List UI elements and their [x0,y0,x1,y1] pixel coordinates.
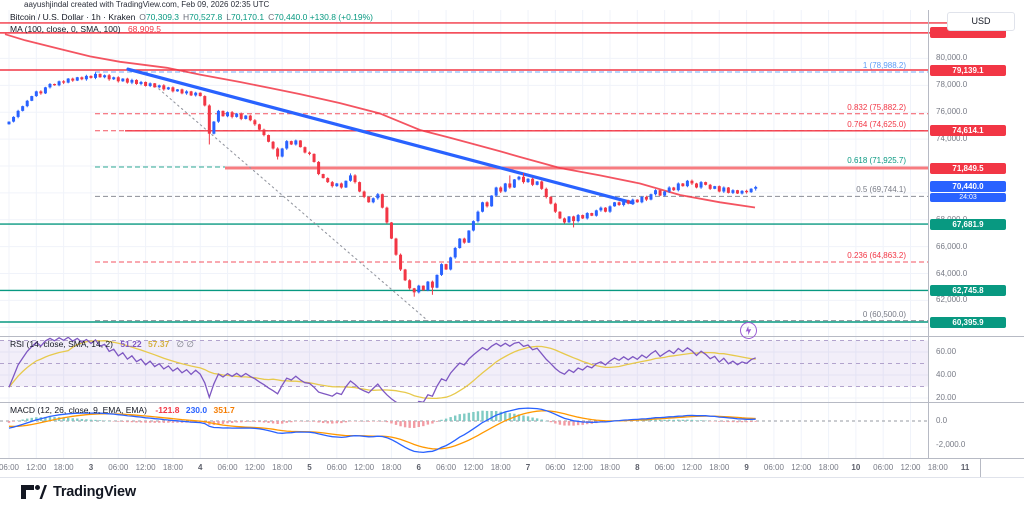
dotted-projection-line [155,86,428,321]
ma-label: MA (100, close, 0, SMA, 100) [10,24,121,34]
ohlc-high: H70,527.8 [179,12,222,22]
rsi-value: 51.22 [120,339,141,349]
ma-legend[interactable]: MA (100, close, 0, SMA, 100) 68,909.5 [10,24,161,34]
tradingview-footer-logo[interactable]: TradingView [20,484,136,500]
ma-100-line [5,34,755,207]
horizontal-lines [0,23,980,322]
symbol-title: Bitcoin / U.S. Dollar · 1h · Kraken [10,12,135,22]
lightning-bolt-icon [744,325,753,335]
macd-legend[interactable]: MACD (12, 26, close, 9, EMA, EMA) -121.8… [10,405,235,415]
rsi-sma-value: 57.37 [148,339,169,349]
macd-value: 230.0 [186,405,207,415]
symbol-legend[interactable]: Bitcoin / U.S. Dollar · 1h · KrakenO70,3… [10,12,373,22]
rsi-label: RSI (14, close, SMA, 14, 2) [10,339,113,349]
tradingview-chart-window: aayushjindal created with TradingView.co… [0,0,1024,509]
macd-hist-value: -121.8 [155,405,179,415]
ma-value: 68,909.5 [128,24,161,34]
downtrend-line [128,69,633,203]
rsi-extra: ∅ ∅ [177,339,194,349]
ohlc-low: L70,170.1 [222,12,264,22]
gridlines [0,10,928,458]
rsi-legend[interactable]: RSI (14, close, SMA, 14, 2) 51.22 57.37 … [10,339,194,350]
currency-toggle-usd[interactable]: USD [947,12,1015,31]
ohlc-open: O70,309.3 [135,12,179,22]
attribution-text: aayushjindal created with TradingView.co… [24,0,269,9]
macd-signal-value: 351.7 [214,405,235,415]
change-value: +130.8 (+0.19%) [310,12,373,22]
macd-signal-line [9,411,756,449]
fib-retracement [95,72,928,321]
ohlc-close: C70,440.0 [264,12,307,22]
chart-canvas[interactable] [0,0,1024,509]
brand-wordmark: TradingView [53,484,136,500]
macd-label: MACD (12, 26, close, 9, EMA, EMA) [10,405,147,415]
tradingview-logo-icon [20,484,47,500]
